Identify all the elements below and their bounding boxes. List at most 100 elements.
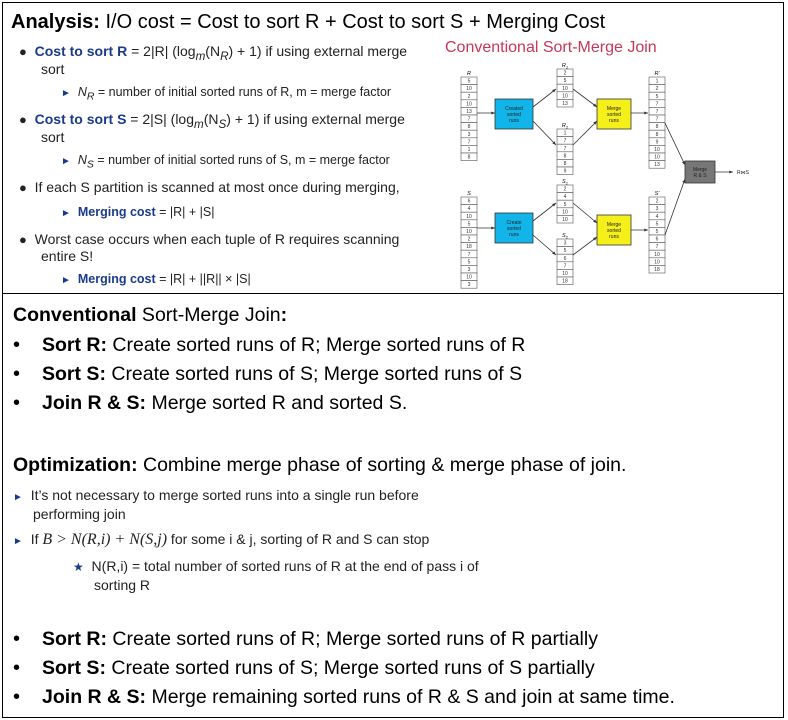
nr-note: ► NR = number of initial sorted runs of …: [61, 85, 391, 103]
analysis-label: Analysis:: [11, 11, 100, 33]
rprime-column-value: 8: [656, 124, 659, 130]
worst-case-cont: entire S!: [41, 248, 94, 264]
r2-column-value: 8: [564, 161, 567, 167]
create-runs-r-box-text: runs: [509, 118, 519, 124]
arrow: [664, 122, 686, 166]
bullet-dot: ●: [19, 112, 27, 127]
arrow-head: [491, 226, 495, 230]
merge-cost-label: Merging cost: [77, 205, 156, 219]
sprime-column-value: 5: [656, 221, 659, 227]
r2-column-value: 9: [564, 169, 567, 175]
sprime-column-value: 7: [656, 244, 659, 250]
triangle-bullet-icon: ►: [13, 536, 23, 547]
opt-item-1: • Sort R: Create sorted runs of R; Merge …: [13, 628, 598, 651]
sprime-column-value: 18: [654, 267, 660, 273]
arrow: [664, 178, 686, 236]
triangle-bullet-icon: ►: [61, 156, 71, 167]
r2-column-value: 7: [564, 138, 567, 144]
analysis-panel: Analysis: I/O cost = Cost to sort R + Co…: [2, 2, 784, 294]
bullet-dot: •: [13, 392, 21, 414]
item-bold: Join R & S:: [42, 392, 147, 414]
sfull-column-value: 7: [468, 252, 471, 258]
arrow-head: [729, 170, 733, 174]
arrow: [532, 234, 557, 256]
triangle-bullet-icon: ►: [61, 88, 71, 99]
diagram-title: Conventional Sort-Merge Join: [445, 39, 657, 56]
item-text: Merge remaining sorted runs of R & S and…: [146, 686, 675, 708]
rprime-column-label: R': [654, 71, 660, 77]
sfull-column-value: 2: [468, 237, 471, 243]
arrow-head: [644, 111, 648, 115]
explanation-panel: Conventional Sort-Merge Join: • Sort R: C…: [2, 293, 784, 718]
note-text: If: [30, 531, 43, 547]
formula-sub: m: [195, 49, 206, 63]
bullet-dot: ●: [19, 44, 27, 59]
r1-column-value: 2: [564, 71, 567, 77]
arrow: [532, 120, 557, 146]
s2-column-value: 3: [564, 241, 567, 247]
merge-cost-formula: = |R| + |S|: [155, 205, 215, 219]
optimization-bold: Optimization:: [13, 454, 138, 476]
r-column-value: 7: [468, 117, 471, 123]
item-bold: Join R & S:: [42, 686, 147, 708]
conv-item-2: • Sort S: Create sorted runs of S; Merge …: [13, 363, 522, 386]
s2-column-value: 18: [562, 279, 568, 285]
worst-case-text: Worst case occurs when each tuple of R r…: [34, 231, 400, 247]
nr-symbol: N: [77, 85, 87, 99]
ns-sub: S: [86, 159, 94, 171]
sfull-column-value: 5: [468, 259, 471, 265]
bullet-dot: ●: [19, 232, 27, 247]
triangle-bullet-icon: ►: [13, 492, 23, 503]
arrow: [532, 202, 557, 222]
s2-column-label: S2: [562, 233, 569, 240]
r2-column-value: 7: [564, 146, 567, 152]
sprime-column-value: 3: [656, 206, 659, 212]
rprime-column-value: 9: [656, 139, 659, 145]
s1-column-value: 10: [562, 217, 568, 223]
triangle-bullet-icon: ►: [61, 208, 71, 219]
bullet-dot: •: [13, 657, 21, 679]
bullet-dot: •: [13, 628, 21, 650]
bullet-dot: •: [13, 363, 21, 385]
sfull-column-value: 18: [466, 244, 472, 250]
star-bullet-icon: ★: [73, 560, 84, 574]
conventional-bold: Conventional: [13, 304, 137, 326]
worst-case-item: ● Worst case occurs when each tuple of R…: [19, 231, 399, 247]
conv-item-1: • Sort R: Create sorted runs of R; Merge …: [13, 334, 525, 357]
rprime-column-value: 10: [654, 155, 660, 161]
sfull-column-value: 3: [468, 282, 471, 288]
item-bold: Sort S:: [42, 363, 106, 385]
create-runs-s-box-text: runs: [509, 232, 519, 238]
arrow-head: [491, 111, 495, 115]
cost-sort-s-item: ● Cost to sort S = 2|S| (logm(NS) + 1) i…: [19, 111, 405, 131]
sfull-column-value: 6: [468, 199, 471, 205]
s2-column-value: 10: [562, 271, 568, 277]
item-bold: Sort R:: [42, 334, 108, 356]
s1-column-value: 2: [564, 187, 567, 193]
sfull-column-value: 10: [466, 275, 472, 281]
item-bold: Sort R:: [42, 628, 108, 650]
formula-sub: m: [194, 117, 204, 131]
r2-column-value: 8: [564, 153, 567, 159]
conv-item-3: • Join R & S: Merge sorted R and sorted S…: [13, 392, 407, 415]
note-1-cont: performing join: [33, 506, 126, 522]
ns-note: ► NS = number of initial sorted runs of …: [61, 153, 390, 171]
r-column-value: 7: [468, 139, 471, 145]
merge-cost-2: ► Merging cost = |R| + ||R|| × |S|: [61, 272, 251, 286]
formula-part: = 2|R| (log: [127, 43, 196, 59]
r1-column-value: 10: [562, 86, 568, 92]
rprime-column-value: 7: [656, 109, 659, 115]
note-text: for some i & j, sorting of R and S can s…: [167, 531, 430, 547]
r-column-value: 13: [466, 109, 472, 115]
bullet-dot: •: [13, 334, 21, 356]
sprime-column-value: 10: [654, 252, 660, 258]
s2-column-value: 7: [564, 263, 567, 269]
r-column-value: 2: [468, 94, 471, 100]
sfull-column-value: 10: [466, 229, 472, 235]
subnote: ★ N(R,i) = total number of sorted runs o…: [73, 558, 479, 574]
cost-sort-s-label: Cost to sort S: [34, 111, 127, 127]
rprime-column-value: 8: [656, 132, 659, 138]
conventional-rest: Sort-Merge Join: [136, 304, 281, 326]
cost-sort-r-label: Cost to sort R: [34, 43, 128, 59]
rprime-column-value: 13: [654, 162, 660, 168]
